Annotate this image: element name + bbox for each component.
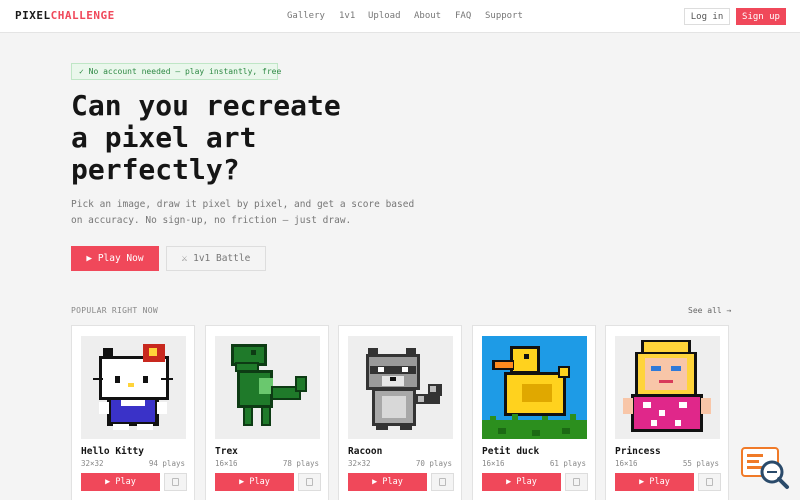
nav-link-support[interactable]: Support [485, 11, 523, 21]
trex-pixel-art [215, 336, 320, 439]
art-name: Trex [215, 446, 238, 457]
top-navbar: PIXELCHALLENGE Gallery 1v1 Upload About … [0, 0, 800, 33]
art-plays: 78 plays [282, 459, 319, 468]
no-account-badge: ✓ No account needed — play instantly, fr… [71, 63, 281, 80]
art-plays: 61 plays [549, 459, 586, 468]
art-plays: 94 plays [148, 459, 185, 468]
search-chat-icon [741, 447, 789, 489]
art-thumbnail[interactable] [81, 336, 186, 439]
floating-help-widget[interactable] [740, 446, 792, 490]
nav-link-faq[interactable]: FAQ [455, 11, 471, 21]
art-name: Hello Kitty [81, 446, 144, 457]
bookmark-icon [439, 478, 446, 486]
art-thumbnail[interactable] [482, 336, 587, 439]
art-card-princess[interactable]: Princess 16×16 55 plays ▶ Play [605, 325, 729, 500]
art-thumbnail[interactable] [348, 336, 453, 439]
card-play-button[interactable]: ▶ Play [81, 473, 160, 491]
logo-text-part2: CHALLENGE [50, 9, 115, 22]
bookmark-icon [706, 478, 713, 486]
signup-button[interactable]: Sign up [736, 8, 786, 25]
hero-title: Can you recreate a pixel art perfectly? [71, 89, 341, 186]
card-bookmark-button[interactable] [431, 473, 454, 491]
battle-button[interactable]: ⚔ 1v1 Battle [166, 246, 266, 271]
nav-link-about[interactable]: About [414, 11, 441, 21]
site-logo[interactable]: PIXELCHALLENGE [15, 9, 115, 22]
art-plays: 55 plays [682, 459, 719, 468]
art-size: 32×32 [81, 459, 104, 468]
art-name: Petit duck [482, 446, 540, 457]
see-all-link[interactable]: See all → [688, 306, 731, 315]
card-bookmark-button[interactable] [164, 473, 187, 491]
art-card-petit-duck[interactable]: Petit duck 16×16 61 plays ▶ Play [472, 325, 596, 500]
play-now-button[interactable]: ▶ Play Now [71, 246, 159, 271]
hero-subtitle: Pick an image, draw it pixel by pixel, a… [71, 199, 415, 226]
princess-pixel-art [615, 336, 720, 439]
art-size: 16×16 [215, 459, 238, 468]
art-plays: 70 plays [415, 459, 452, 468]
card-play-button[interactable]: ▶ Play [215, 473, 294, 491]
bookmark-icon [172, 478, 179, 486]
hello-kitty-pixel-art [81, 336, 186, 439]
card-play-button[interactable]: ▶ Play [615, 473, 694, 491]
nav-link-upload[interactable]: Upload [368, 11, 401, 21]
art-thumbnail[interactable] [615, 336, 720, 439]
art-size: 16×16 [482, 459, 505, 468]
card-play-button[interactable]: ▶ Play [348, 473, 427, 491]
art-card-hello-kitty[interactable]: Hello Kitty 32×32 94 plays ▶ Play [71, 325, 195, 500]
card-bookmark-button[interactable] [565, 473, 588, 491]
logo-text-part1: PIXEL [15, 9, 51, 22]
login-button[interactable]: Log in [684, 8, 730, 25]
duck-pixel-art [482, 336, 587, 439]
card-bookmark-button[interactable] [298, 473, 321, 491]
art-size: 32×32 [348, 459, 371, 468]
nav-link-gallery[interactable]: Gallery [287, 11, 325, 21]
art-name: Racoon [348, 446, 383, 457]
card-play-button[interactable]: ▶ Play [482, 473, 561, 491]
racoon-pixel-art [348, 336, 453, 439]
bookmark-icon [573, 478, 580, 486]
art-card-trex[interactable]: Trex 16×16 78 plays ▶ Play [205, 325, 329, 500]
art-name: Princess [615, 446, 661, 457]
art-thumbnail[interactable] [215, 336, 320, 439]
nav-link-1v1[interactable]: 1v1 [339, 11, 355, 21]
art-card-racoon[interactable]: Racoon 32×32 70 plays ▶ Play [338, 325, 462, 500]
bookmark-icon [306, 478, 313, 486]
art-size: 16×16 [615, 459, 638, 468]
card-bookmark-button[interactable] [698, 473, 721, 491]
popular-section-label: POPULAR RIGHT NOW [71, 306, 158, 315]
